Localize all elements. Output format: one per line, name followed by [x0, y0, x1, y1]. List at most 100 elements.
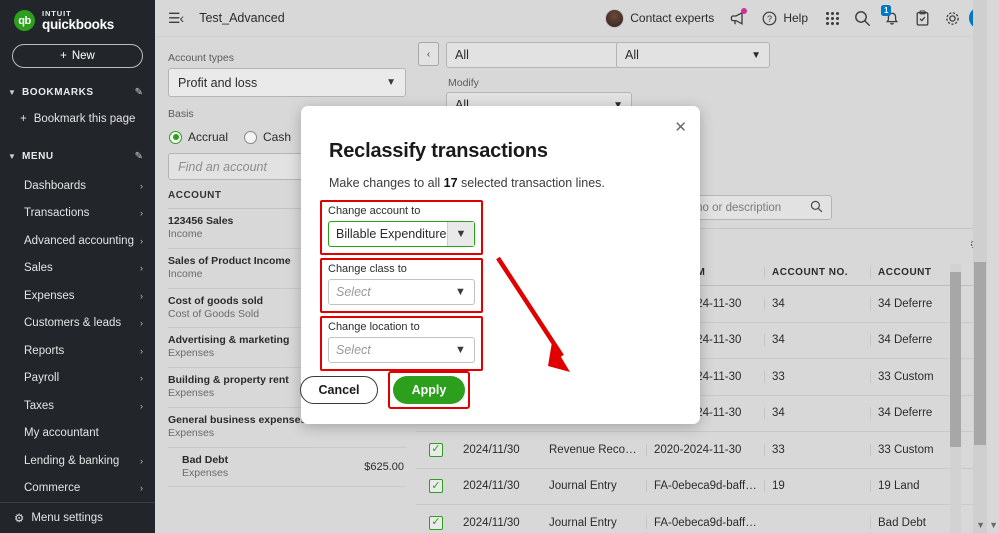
edit-pencil-icon[interactable]: ✎: [135, 151, 143, 162]
apps-grid-icon[interactable]: [817, 3, 847, 33]
account-type: Expenses: [182, 466, 229, 479]
modal-subtitle-prefix: Make changes to all: [329, 176, 444, 190]
scroll-down-arrow-inner[interactable]: ▼: [976, 520, 985, 530]
sidebar-item-my-accountant[interactable]: My accountant: [0, 420, 155, 448]
account-type: Income: [168, 267, 203, 280]
basis-cash-radio[interactable]: Cash: [244, 130, 291, 144]
chevron-right-icon: ›: [140, 263, 143, 274]
plus-icon: +: [60, 50, 67, 63]
row-checkbox[interactable]: ✓: [429, 479, 443, 494]
row-account-no: 19: [764, 480, 870, 493]
basis-accrual-radio[interactable]: Accrual: [169, 130, 228, 144]
row-date: 2024/11/30: [463, 516, 520, 529]
chevron-down-icon: ▼: [8, 151, 16, 161]
change-location-select[interactable]: Select ▼: [328, 337, 475, 363]
close-icon[interactable]: ✕: [674, 120, 687, 135]
apply-button[interactable]: Apply: [393, 376, 465, 404]
modify-label: Modify: [448, 77, 479, 89]
collapse-panel-button[interactable]: ‹: [418, 42, 439, 66]
filter-select-right-value: All: [625, 48, 639, 62]
sidebar-item-label: Lending & banking: [24, 454, 120, 467]
cancel-button[interactable]: Cancel: [300, 376, 378, 404]
contact-experts-button[interactable]: Contact experts: [596, 8, 723, 28]
hamburger-menu-icon[interactable]: ☰‹: [168, 10, 184, 27]
row-checkbox[interactable]: ✓: [429, 442, 443, 457]
radio-unselected-icon: [244, 130, 258, 144]
sidebar-item-expenses[interactable]: Expenses ›: [0, 282, 155, 310]
sidebar-item-label: Dashboards: [24, 179, 87, 192]
contact-experts-label: Contact experts: [630, 11, 715, 25]
edit-pencil-icon[interactable]: ✎: [135, 87, 143, 98]
radio-selected-icon: [169, 130, 182, 144]
table-scrollbar-thumb[interactable]: [950, 272, 961, 447]
sidebar-item-lending-banking[interactable]: Lending & banking ›: [0, 447, 155, 475]
change-account-select[interactable]: Billable Expenditure F ▼: [328, 221, 475, 247]
brand-logo-area: qb INTUIT quickbooks: [0, 0, 155, 37]
menu-section-header[interactable]: ▼ MENU ✎: [0, 142, 155, 170]
change-class-value: Select: [336, 285, 371, 299]
notifications-bell-icon[interactable]: 1: [877, 3, 907, 33]
table-row[interactable]: ✓ 2024/11/30 Journal Entry FA-0ebeca9d-baff…: [416, 505, 999, 533]
page-scrollbar-thumb[interactable]: [974, 262, 986, 445]
menu-settings-button[interactable]: ⚙ Menu settings: [0, 502, 155, 533]
change-class-label: Change class to: [328, 263, 407, 275]
sidebar-item-label: Expenses: [24, 289, 75, 302]
change-location-label: Change location to: [328, 321, 420, 333]
search-icon[interactable]: [810, 200, 823, 216]
menu-label: MENU: [22, 150, 54, 162]
filter-select-left[interactable]: All ▼: [446, 42, 642, 68]
table-scrollbar[interactable]: [950, 264, 961, 533]
sidebar-item-customers-leads[interactable]: Customers & leads ›: [0, 310, 155, 338]
account-types-select[interactable]: Profit and loss ▼: [168, 68, 406, 97]
account-type: Expenses: [168, 426, 215, 439]
row-checkbox-cell[interactable]: ✓: [416, 442, 456, 457]
change-class-select[interactable]: Select ▼: [328, 279, 475, 305]
sidebar-item-sales[interactable]: Sales ›: [0, 255, 155, 283]
tasks-clipboard-icon[interactable]: [907, 3, 937, 33]
chevron-right-icon: ›: [140, 483, 143, 494]
account-type: Cost of Goods Sold: [168, 307, 260, 320]
search-icon[interactable]: [847, 3, 877, 33]
chevron-right-icon: ›: [140, 345, 143, 356]
settings-gear-icon[interactable]: [937, 3, 967, 33]
modal-title: Reclassify transactions: [329, 140, 548, 162]
sidebar-item-commerce[interactable]: Commerce ›: [0, 475, 155, 503]
sidebar-item-label: Commerce: [24, 482, 81, 495]
sidebar-item-advanced-accounting[interactable]: Advanced accounting ›: [0, 227, 155, 255]
change-account-field-group: Change account to Billable Expenditure F…: [320, 200, 483, 255]
account-name: Advertising & marketing: [168, 334, 290, 347]
chevron-down-icon: ▼: [386, 77, 396, 88]
account-row[interactable]: Bad Debt Expenses $625.00: [168, 448, 406, 488]
sidebar-item-transactions[interactable]: Transactions ›: [0, 200, 155, 228]
bookmarks-section-header[interactable]: ▼ BOOKMARKS ✎: [0, 79, 155, 107]
filter-select-right[interactable]: All ▼: [616, 42, 770, 68]
sidebar-item-dashboards[interactable]: Dashboards ›: [0, 172, 155, 200]
change-account-label: Change account to: [328, 205, 421, 217]
quickbooks-app: qb INTUIT quickbooks + New ▼ BOOKMARKS ✎…: [0, 0, 999, 533]
bookmark-this-page-button[interactable]: + Bookmark this page: [0, 107, 155, 131]
chevron-right-icon: ›: [140, 373, 143, 384]
quickbooks-logo-icon: qb: [14, 10, 35, 32]
sidebar-item-taxes[interactable]: Taxes ›: [0, 392, 155, 420]
table-row[interactable]: ✓ 2024/11/30 Revenue Recognition2020-2024-…: [416, 432, 999, 469]
change-account-value: Billable Expenditure F: [336, 227, 447, 241]
modal-subtitle-suffix: selected transaction lines.: [457, 176, 605, 190]
row-checkbox-cell[interactable]: ✓: [416, 515, 456, 530]
account-name: General business expenses: [168, 413, 307, 426]
help-circle-icon: ?: [762, 11, 777, 25]
scroll-down-arrow-outer[interactable]: ▼: [989, 520, 998, 530]
help-button[interactable]: ? Help: [753, 11, 817, 26]
menu-settings-label: Menu settings: [31, 512, 103, 525]
new-button[interactable]: + New: [12, 44, 143, 68]
sidebar-item-payroll[interactable]: Payroll ›: [0, 365, 155, 393]
filter-select-left-value: All: [455, 48, 469, 62]
page-scrollbar[interactable]: [973, 0, 987, 533]
account-name: 123456 Sales: [168, 215, 234, 227]
row-checkbox-cell[interactable]: ✓: [416, 479, 456, 494]
row-checkbox[interactable]: ✓: [429, 515, 443, 530]
row-date: 2024/11/30: [463, 480, 520, 493]
table-row[interactable]: ✓ 2024/11/30 Journal Entry FA-0ebeca9d-baff…: [416, 469, 999, 505]
announcements-megaphone-icon[interactable]: [723, 3, 753, 33]
sidebar-item-reports[interactable]: Reports ›: [0, 337, 155, 365]
sidebar-item-label: Reports: [24, 344, 65, 357]
